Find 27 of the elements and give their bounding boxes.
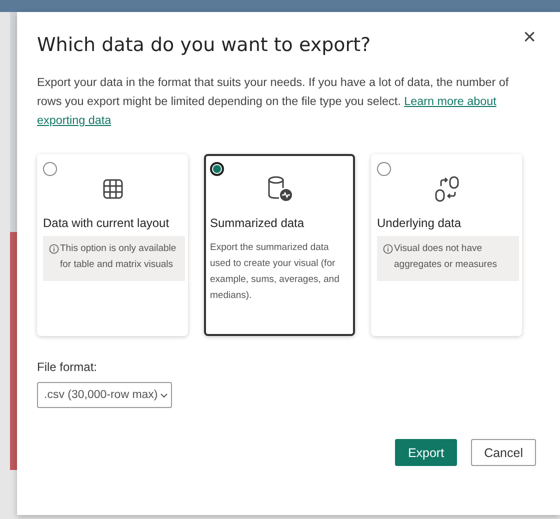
option-title: Summarized data <box>210 216 306 230</box>
learn-more-link[interactable]: exporting data <box>37 114 112 127</box>
export-option-card[interactable]: Data with current layout This option is only available for table and matrix visuals <box>37 154 188 336</box>
info-icon <box>49 244 59 254</box>
radio-button[interactable] <box>210 162 224 176</box>
note-text: Visual does not have aggregates or measures <box>394 242 498 272</box>
radio-button[interactable] <box>43 162 57 176</box>
database-icon <box>266 175 294 203</box>
info-icon <box>383 244 393 254</box>
intro-text: Export your data in the format that suits your needs. If you have a lot of data, the number of rows you export might be limited depending on the file type you select. Learn more about exporting data <box>37 75 510 129</box>
file-format-dropdown[interactable]: .csv (30,000-row max) <box>37 382 172 408</box>
export-option-card[interactable]: Underlying data Visual does not have aggregates or measures <box>371 154 522 336</box>
close-button[interactable]: × <box>523 26 536 48</box>
chevron-down-icon <box>160 392 168 398</box>
option-title: Underlying data <box>377 216 462 230</box>
database-arrows-icon <box>432 176 460 202</box>
grid-icon <box>102 178 124 200</box>
file-format-label: File format: <box>37 360 98 374</box>
dialog-title: Which data do you want to export? <box>37 34 371 56</box>
radio-button[interactable] <box>377 162 391 176</box>
option-description: Export the summarized data used to create your visual (for example, sums, averages, and medians). <box>210 241 340 303</box>
note-text: This option is only available for table and matrix visuals <box>60 242 177 272</box>
export-button[interactable]: Export <box>394 439 458 466</box>
option-title: Data with current layout <box>43 216 170 230</box>
learn-more-link[interactable]: Learn more about <box>404 95 496 108</box>
export-option-card[interactable]: Summarized data Export the summarized data used to create your visual (for example, sums, averages, and medians). <box>204 154 355 336</box>
cancel-button[interactable]: Cancel <box>471 439 536 466</box>
